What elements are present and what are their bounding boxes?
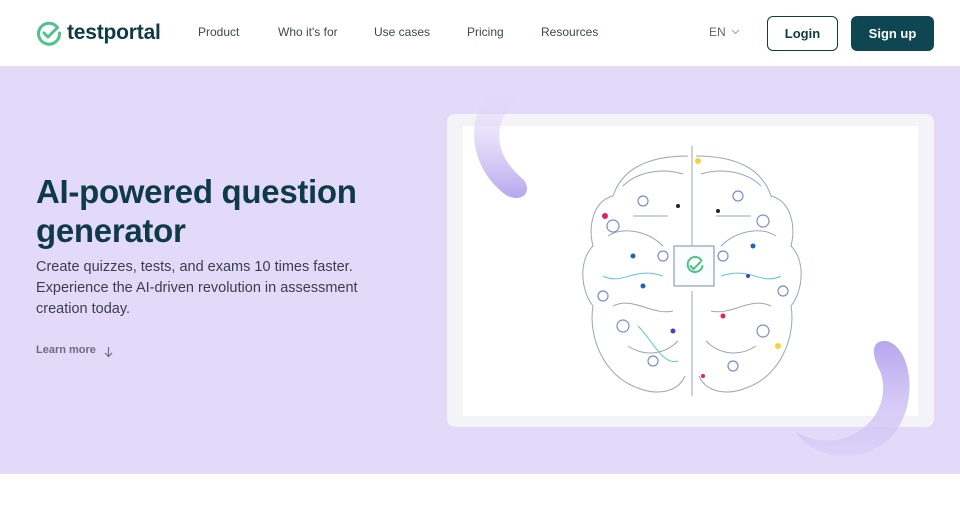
chevron-down-icon: [731, 29, 740, 35]
nav-item-use-cases[interactable]: Use cases: [374, 25, 430, 39]
decorative-arc-top: [473, 90, 527, 199]
learn-more-label: Learn more: [36, 344, 96, 356]
decorative-arc-bottom: [795, 341, 910, 456]
hero-section: AI-powered question generator Create qui…: [0, 66, 960, 474]
learn-more-link[interactable]: Learn more: [36, 342, 113, 358]
login-button[interactable]: Login: [767, 16, 838, 51]
nav-item-pricing[interactable]: Pricing: [467, 25, 504, 39]
language-selector[interactable]: EN: [709, 25, 740, 39]
chip: [673, 245, 715, 287]
arrow-down-icon: [104, 347, 113, 358]
hero-title: AI-powered question generator: [36, 173, 357, 249]
logo[interactable]: testportal: [36, 20, 161, 46]
logo-check-icon: [37, 21, 62, 46]
signup-button[interactable]: Sign up: [851, 16, 934, 51]
language-label: EN: [709, 25, 726, 39]
site-header: testportal Product Who it's for Use case…: [0, 0, 960, 66]
next-section: [0, 474, 960, 512]
hero-description: Create quizzes, tests, and exams 10 time…: [36, 259, 358, 317]
brand-name: testportal: [67, 21, 161, 44]
nav-item-product[interactable]: Product: [198, 25, 239, 39]
nav-item-resources[interactable]: Resources: [541, 25, 598, 39]
nav-item-who-its-for[interactable]: Who it's for: [278, 25, 338, 39]
